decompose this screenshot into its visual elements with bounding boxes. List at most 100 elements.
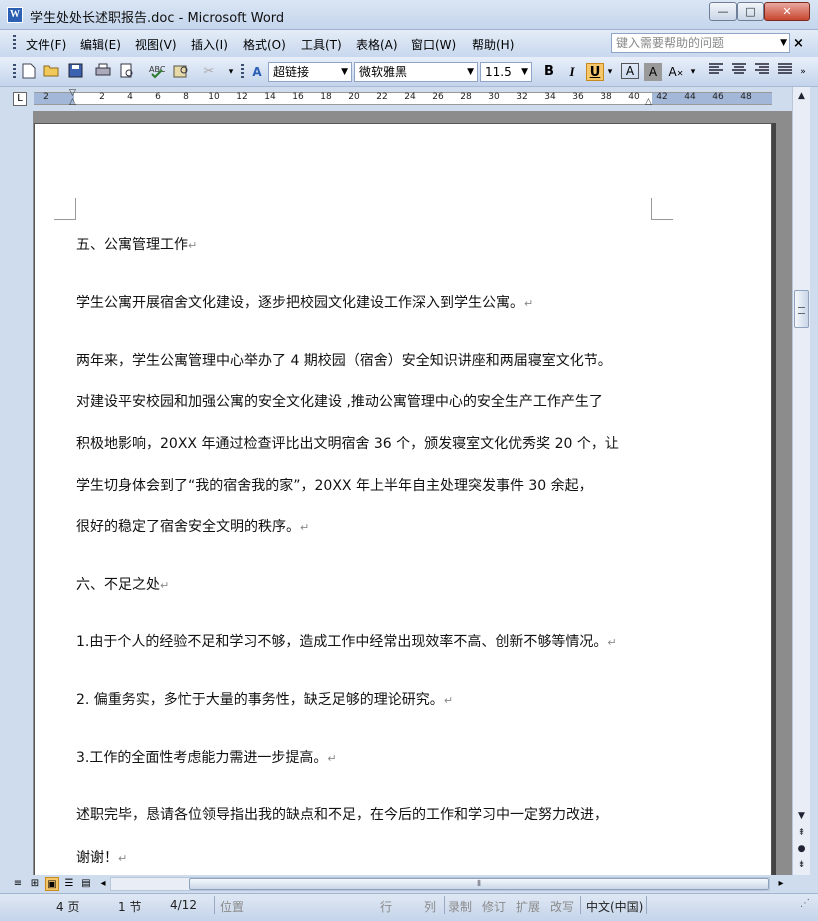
paragraph-line[interactable]: 很好的稳定了宿舍安全文明的秩序。↵ [76,516,309,536]
justify-left-icon[interactable] [707,63,725,81]
browse-object-icon[interactable]: ● [794,842,809,857]
horizontal-scroll-thumb[interactable]: ⦀ [189,878,769,890]
status-track-changes[interactable]: 修订 [482,898,506,915]
resize-grip-icon[interactable]: ⋰ [800,898,810,909]
title-bar[interactable]: W 学生处处长述职报告.doc - Microsoft Word — □ ✕ [0,0,818,30]
vertical-ruler[interactable] [13,111,33,875]
status-extend-selection[interactable]: 扩展 [516,898,540,915]
chevron-down-icon[interactable]: ▼ [521,63,528,81]
tab-selector[interactable]: L [13,92,27,106]
status-column[interactable]: 列 [424,898,436,915]
minimize-button[interactable]: — [709,2,737,21]
print-preview-icon[interactable] [118,63,136,81]
horizontal-scrollbar[interactable]: ⦀ [110,877,770,891]
menu-view[interactable]: 视图(V) [135,36,177,53]
status-row[interactable]: 行 [380,898,392,915]
toolbar-overflow-icon[interactable]: » [797,63,809,81]
font-select[interactable]: 微软雅黑 ▼ [354,62,478,82]
cut-icon[interactable]: ✂ [200,63,218,81]
previous-page-icon[interactable]: ⇞ [794,826,809,841]
ruler-tick: 42 [656,92,668,102]
style-select[interactable]: 超链接 ▼ [268,62,352,82]
paragraph-line[interactable]: 1.由于个人的经验不足和学习不够，造成工作中经常出现效率不高、创新不够等情况。↵ [76,631,617,651]
paragraph-line[interactable]: 积极地影响，20XX 年通过检查评比出文明宿舍 36 个，颁发寝室文化优秀奖 2… [76,433,619,453]
menu-window[interactable]: 窗口(W) [411,36,456,53]
horizontal-ruler[interactable]: 2 2 4 6 8 10 12 14 16 18 20 22 24 26 28 … [34,88,772,107]
web-layout-icon[interactable]: ⊞ [28,877,42,891]
align-right-icon[interactable] [753,63,771,81]
menu-help[interactable]: 帮助(H) [472,36,514,53]
status-record-macro[interactable]: 录制 [448,898,472,915]
close-button[interactable]: ✕ [764,2,810,21]
normal-view-icon[interactable]: ≡ [11,877,25,891]
underline-options-icon[interactable]: ▾ [605,63,615,81]
hanging-indent-handle[interactable]: △ [69,97,76,107]
toolbar-options-icon[interactable]: ▾ [226,63,236,81]
vertical-scrollbar[interactable]: ▲ ▼ ⇞ ● ⇟ [792,87,810,875]
paragraph-line[interactable]: 学生切身体会到了“我的宿舍我的家”，20XX 年上半年自主处理突发事件 30 余… [76,475,593,495]
maximize-button[interactable]: □ [737,2,764,21]
spelling-check-icon[interactable]: ABC [148,63,166,81]
paragraph-line[interactable]: 述职完毕，恳请各位领导指出我的缺点和不足，在今后的工作和学习中一定努力改进， [76,804,608,824]
status-position[interactable]: 位置 [220,898,244,915]
close-document-button[interactable]: × [793,36,804,51]
font-effects-options-icon[interactable]: ▾ [688,63,698,81]
paragraph-line[interactable]: 3.工作的全面性考虑能力需进一步提高。↵ [76,747,337,767]
menu-insert[interactable]: 插入(I) [191,36,228,53]
menu-format[interactable]: 格式(O) [243,36,286,53]
open-folder-icon[interactable] [42,63,60,81]
ruler-tick: 18 [320,92,332,102]
character-shading-icon[interactable]: A [644,63,662,81]
print-icon[interactable] [94,63,112,81]
status-overtype[interactable]: 改写 [550,898,574,915]
new-document-icon[interactable] [20,63,38,81]
align-center-icon[interactable] [730,63,748,81]
print-layout-icon[interactable]: ▣ [45,877,59,891]
styles-formatting-icon[interactable]: A [248,63,266,81]
scroll-down-icon[interactable]: ▼ [794,809,809,824]
toolbar-grip-handle[interactable] [13,64,16,80]
menu-file[interactable]: 文件(F) [26,36,66,53]
chevron-down-icon[interactable]: ▼ [780,34,787,52]
document-area[interactable]: 五、公寓管理工作↵ 学生公寓开展宿舍文化建设，逐步把校园文化建设工作深入到学生公… [0,111,792,875]
italic-button[interactable]: I [563,63,581,81]
paragraph-line[interactable]: 对建设平安校园和加强公寓的安全文化建设 ,推动公寓管理中心的安全生产工作产生了 [76,391,603,411]
bold-button[interactable]: B [540,63,558,81]
chevron-down-icon[interactable]: ▼ [467,63,474,81]
status-language[interactable]: 中文(中国) [586,898,643,915]
status-page-of[interactable]: 4/12 [170,898,197,912]
menu-table[interactable]: 表格(A) [356,36,398,53]
font-effects-icon[interactable]: A✕ [667,63,685,81]
reading-layout-icon[interactable]: ▤ [79,877,93,891]
heading-shortcomings[interactable]: 六、不足之处↵ [76,574,169,594]
menu-edit[interactable]: 编辑(E) [80,36,121,53]
save-icon[interactable] [66,63,84,81]
scroll-thumb[interactable] [794,290,809,328]
paragraph-line[interactable]: 谢谢！↵ [76,847,127,867]
scroll-left-icon[interactable]: ◂ [96,877,110,891]
research-icon[interactable] [172,63,190,81]
document-page[interactable]: 五、公寓管理工作↵ 学生公寓开展宿舍文化建设，逐步把校园文化建设工作深入到学生公… [34,123,772,875]
font-size-select[interactable]: 11.5 ▼ [480,62,532,82]
paragraph-line[interactable]: 学生公寓开展宿舍文化建设，逐步把校园文化建设工作深入到学生公寓。↵ [76,292,533,312]
chevron-down-icon[interactable]: ▼ [341,63,348,81]
next-page-icon[interactable]: ⇟ [794,858,809,873]
outline-view-icon[interactable]: ☰ [62,877,76,891]
word-app-icon[interactable]: W [7,7,23,23]
scroll-up-icon[interactable]: ▲ [794,89,809,104]
status-page[interactable]: 4 页 [56,898,79,915]
status-section[interactable]: 1 节 [118,898,141,915]
menubar-grip-handle[interactable] [13,35,16,51]
paragraph-line[interactable]: 两年来，学生公寓管理中心举办了 4 期校园（宿舍）安全知识讲座和两届寝室文化节。 [76,350,612,370]
heading-apartment-management[interactable]: 五、公寓管理工作↵ [76,234,197,254]
status-bar: 4 页 1 节 4/12 位置 行 列 录制 修订 扩展 改写 中文(中国) ⋰ [0,893,818,921]
menu-tools[interactable]: 工具(T) [301,36,342,53]
character-border-icon[interactable]: A [621,63,639,79]
underline-button[interactable]: U [586,63,604,81]
scroll-right-icon[interactable]: ▸ [774,877,788,891]
distributed-align-icon[interactable] [776,63,794,81]
help-search-input[interactable]: 键入需要帮助的问题 ▼ [611,33,790,53]
right-indent-handle[interactable]: △ [645,97,652,107]
paragraph-line[interactable]: 2. 偏重务实，多忙于大量的事务性，缺乏足够的理论研究。↵ [76,689,453,709]
toolbar-grip-handle-2[interactable] [241,64,244,80]
